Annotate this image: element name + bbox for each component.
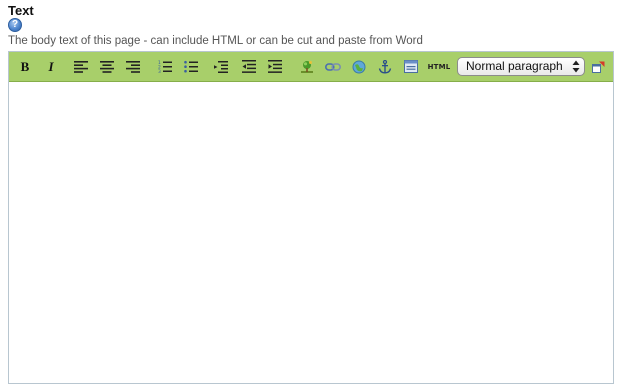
insert-link-button[interactable] [323, 57, 343, 76]
anchor-icon [378, 59, 392, 74]
insert-image-button[interactable] [297, 57, 317, 76]
html-source-icon: HTML [427, 62, 451, 71]
help-icon[interactable]: ? [8, 18, 22, 32]
indent-left-button[interactable] [239, 57, 259, 76]
outdent-button[interactable] [211, 57, 231, 76]
fullscreen-icon [591, 61, 604, 73]
unlink-button[interactable] [349, 57, 369, 76]
unordered-list-button[interactable] [181, 57, 201, 76]
insert-table-button[interactable] [401, 57, 421, 76]
select-arrows-icon [572, 60, 580, 73]
table-icon [404, 60, 418, 73]
indent-right-icon [268, 60, 282, 73]
image-icon [301, 60, 313, 73]
indent-left-icon [242, 60, 256, 73]
bold-icon: B [20, 58, 30, 74]
align-right-icon [126, 60, 140, 73]
link-icon [325, 62, 341, 71]
editor-toolbar: B I 1 2 3 HTML Normal paragraph [9, 52, 613, 82]
rich-text-editor: B I 1 2 3 HTML Normal paragraph [8, 51, 614, 384]
indent-right-button[interactable] [265, 57, 285, 76]
unlink-icon [352, 60, 366, 73]
svg-text:3: 3 [158, 69, 161, 73]
insert-anchor-button[interactable] [375, 57, 395, 76]
align-left-button[interactable] [71, 57, 91, 76]
field-label: Text [8, 3, 34, 18]
align-center-button[interactable] [97, 57, 117, 76]
bold-button[interactable]: B [15, 57, 35, 76]
ordered-list-icon: 1 2 3 [158, 60, 172, 73]
italic-icon: I [48, 58, 54, 74]
format-select-value: Normal paragraph [466, 59, 563, 73]
align-right-button[interactable] [123, 57, 143, 76]
outdent-icon [214, 60, 228, 73]
align-center-icon [100, 60, 114, 73]
field-description: The body text of this page - can include… [8, 35, 423, 47]
editor-content-area[interactable] [9, 82, 613, 383]
unordered-list-icon [184, 60, 198, 73]
html-source-button[interactable]: HTML [427, 57, 451, 76]
fullscreen-button[interactable] [589, 57, 607, 76]
italic-button[interactable]: I [41, 57, 61, 76]
ordered-list-button[interactable]: 1 2 3 [155, 57, 175, 76]
align-left-icon [74, 60, 88, 73]
paragraph-format-select[interactable]: Normal paragraph [457, 57, 585, 76]
